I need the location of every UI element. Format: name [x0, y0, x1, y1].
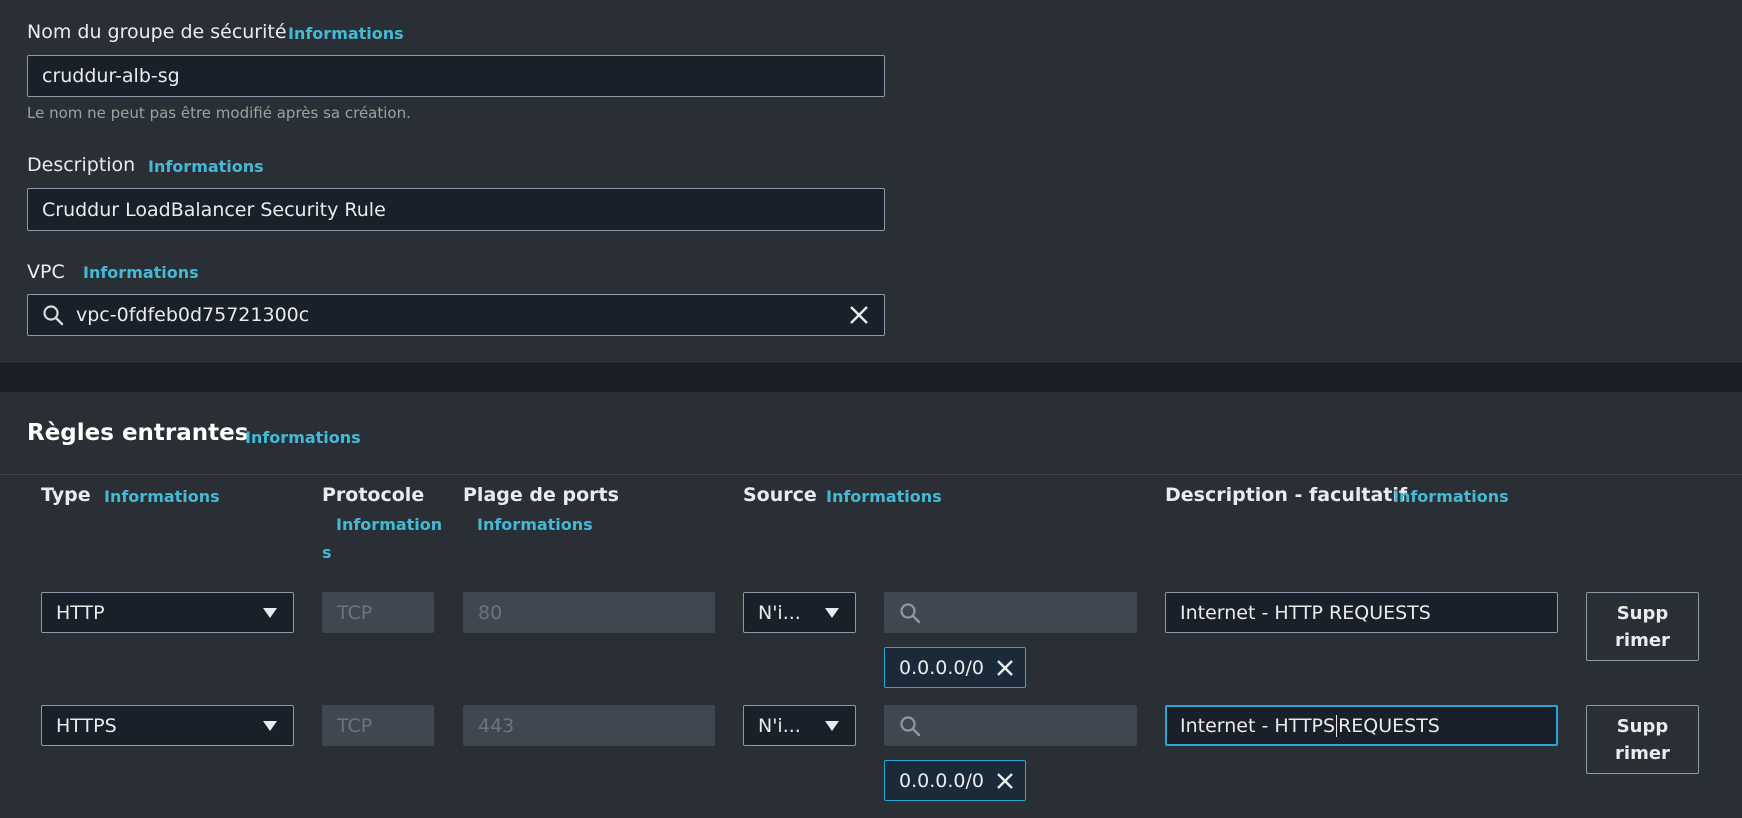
rule-protocol-value: TCP — [337, 714, 373, 737]
rule-cidr-value: 0.0.0.0/0 — [899, 656, 984, 679]
col-type-header: Type — [41, 484, 91, 506]
sg-description-info-link[interactable]: Informations — [148, 157, 264, 176]
rule-cidr-token: 0.0.0.0/0 — [884, 647, 1026, 688]
delete-rule-label-2: rimer — [1615, 742, 1670, 764]
inbound-rules-title: Règles entrantes — [27, 420, 249, 446]
rule-cidr-token: 0.0.0.0/0 — [884, 760, 1026, 801]
rule-source-search-input[interactable] — [884, 705, 1137, 746]
remove-token-icon[interactable] — [995, 658, 1015, 678]
section-gap — [0, 364, 1742, 392]
rules-divider — [0, 474, 1742, 475]
text-cursor — [1336, 714, 1338, 737]
rule-description-input[interactable]: Internet - HTTP REQUESTS — [1165, 592, 1558, 633]
vpc-value: vpc-0fdfeb0d75721300c — [76, 304, 310, 326]
delete-rule-button[interactable]: Supp rimer — [1586, 592, 1699, 661]
rule-source-type-value: N'i... — [758, 601, 801, 624]
sg-description-label: Description — [27, 154, 136, 176]
delete-rule-label-2: rimer — [1615, 629, 1670, 651]
caret-down-icon — [263, 720, 277, 731]
col-source-info-link[interactable]: Informations — [826, 487, 942, 506]
rule-source-type-value: N'i... — [758, 714, 801, 737]
col-protocol-header: Protocole — [322, 484, 425, 506]
vpc-info-link[interactable]: Informations — [83, 263, 199, 282]
sg-description-value: Cruddur LoadBalancer Security Rule — [42, 198, 386, 221]
rule-cidr-value: 0.0.0.0/0 — [899, 769, 984, 792]
rule-type-select[interactable]: HTTP — [41, 592, 294, 633]
rule-protocol-value: TCP — [337, 601, 373, 624]
inbound-rules-info-link[interactable]: Informations — [245, 428, 361, 447]
rule-description-value-start: Internet - HTTPS — [1180, 714, 1336, 737]
sg-description-input[interactable]: Cruddur LoadBalancer Security Rule — [27, 188, 885, 231]
caret-down-icon — [263, 607, 277, 618]
col-protocol-info-link-wrap[interactable]: s — [322, 543, 332, 562]
rule-port-value: 80 — [478, 601, 503, 624]
rule-type-value: HTTP — [56, 601, 105, 624]
delete-rule-button[interactable]: Supp rimer — [1586, 705, 1699, 774]
sg-name-label: Nom du groupe de sécurité — [27, 21, 287, 43]
rule-port-field: 443 — [463, 705, 715, 746]
rule-port-value: 443 — [478, 714, 515, 737]
caret-down-icon — [825, 720, 839, 731]
sg-name-value: cruddur-alb-sg — [42, 65, 180, 87]
rule-source-type-select[interactable]: N'i... — [743, 705, 856, 746]
search-icon — [899, 715, 921, 737]
col-protocol-info-link[interactable]: Information — [336, 515, 442, 534]
sg-name-hint: Le nom ne peut pas être modifié après sa… — [27, 104, 411, 122]
search-icon — [899, 602, 921, 624]
rule-description-value-end: REQUESTS — [1338, 714, 1440, 737]
rule-description-value: Internet - HTTP REQUESTS — [1180, 601, 1431, 624]
rule-source-type-select[interactable]: N'i... — [743, 592, 856, 633]
rule-type-select[interactable]: HTTPS — [41, 705, 294, 746]
clear-icon[interactable] — [848, 304, 870, 326]
sg-name-input[interactable]: cruddur-alb-sg — [27, 55, 885, 97]
rule-source-search-input[interactable] — [884, 592, 1137, 633]
vpc-label: VPC — [27, 261, 65, 283]
vpc-select[interactable]: vpc-0fdfeb0d75721300c — [27, 294, 885, 336]
rule-type-value: HTTPS — [56, 714, 117, 737]
rule-protocol-field: TCP — [322, 592, 434, 633]
rule-port-field: 80 — [463, 592, 715, 633]
col-port-range-info-link[interactable]: Informations — [477, 515, 593, 534]
col-description-info-link[interactable]: Informations — [1393, 487, 1509, 506]
rule-description-input[interactable]: Internet - HTTPS REQUESTS — [1165, 705, 1558, 746]
col-source-header: Source — [743, 484, 817, 506]
search-icon — [42, 304, 64, 326]
sg-name-info-link[interactable]: Informations — [288, 24, 404, 43]
rule-protocol-field: TCP — [322, 705, 434, 746]
caret-down-icon — [825, 607, 839, 618]
delete-rule-label-1: Supp — [1616, 602, 1669, 624]
col-description-header: Description - facultatif — [1165, 484, 1408, 506]
remove-token-icon[interactable] — [995, 771, 1015, 791]
col-port-range-header: Plage de ports — [463, 484, 619, 506]
delete-rule-label-1: Supp — [1616, 715, 1669, 737]
col-type-info-link[interactable]: Informations — [104, 487, 220, 506]
